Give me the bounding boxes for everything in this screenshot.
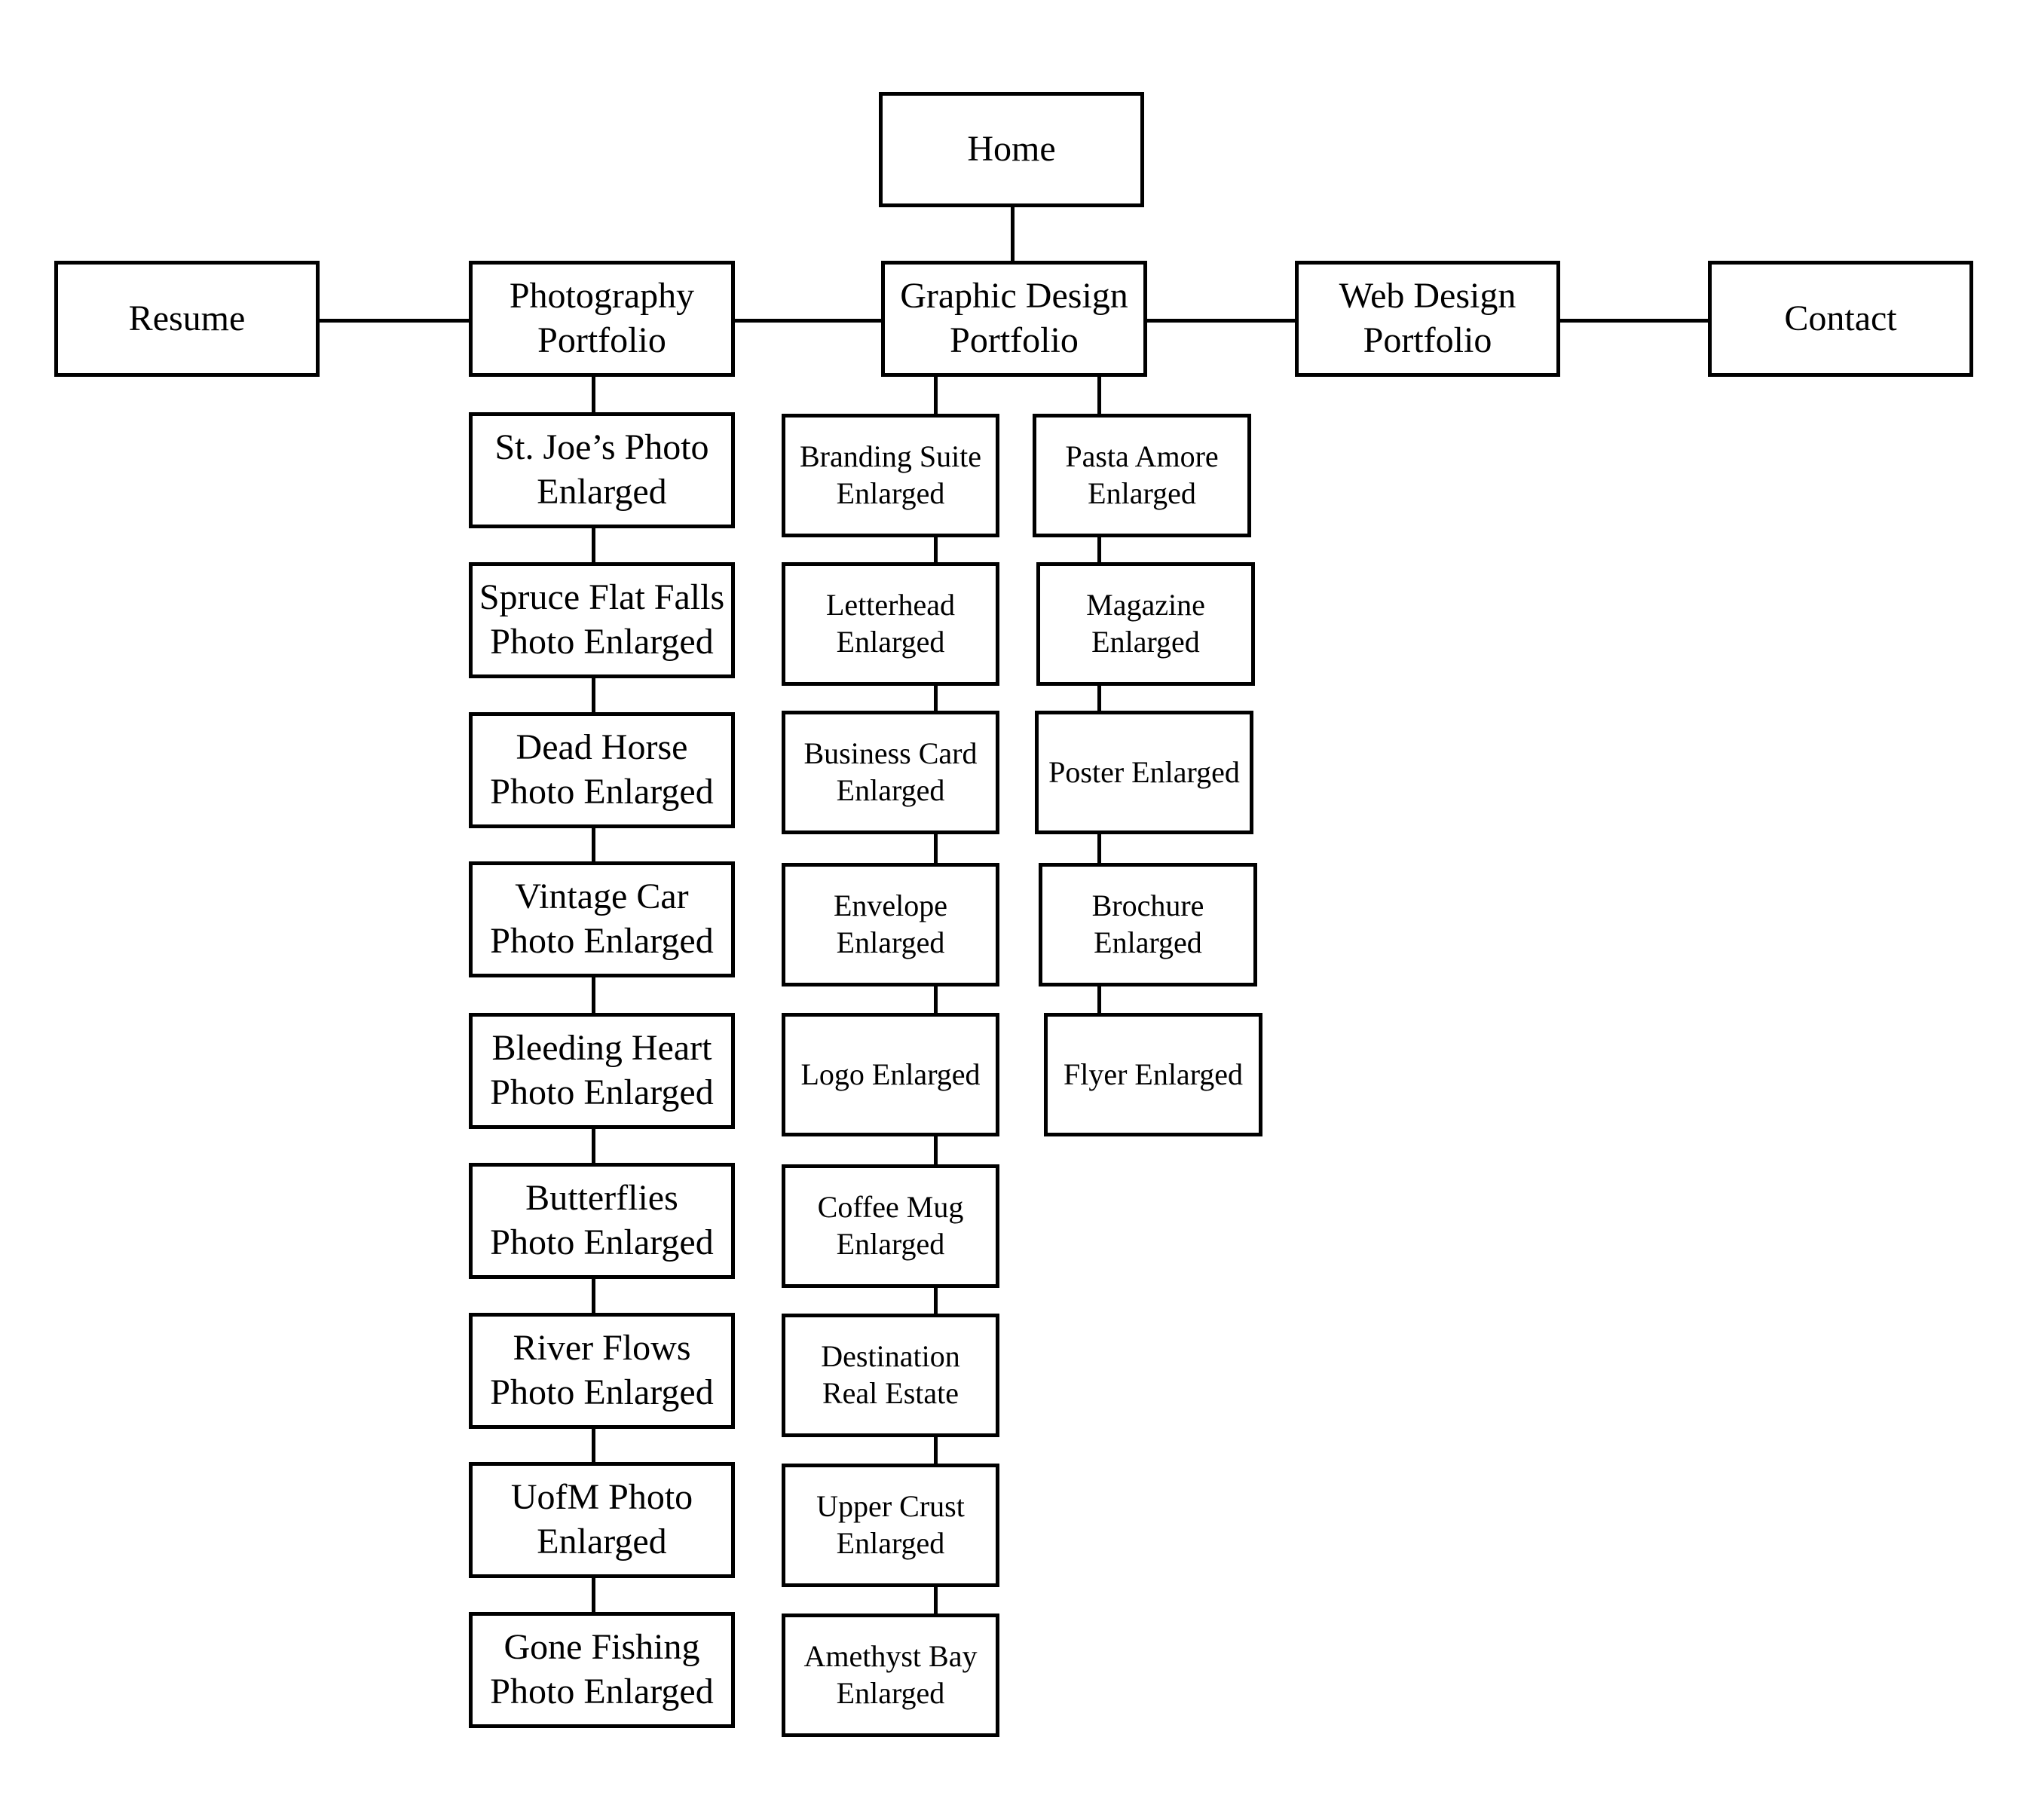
node-resume-label: Resume <box>128 298 246 338</box>
node-poster-enlarged-label: Poster Enlarged <box>1048 754 1240 789</box>
node-envelope-enlarged-label: Envelope Enlarged <box>833 889 948 959</box>
node-brochure-enlarged[interactable]: Brochure Enlarged <box>1039 863 1257 986</box>
node-bleeding-heart-photo-enlarged[interactable]: Bleeding Heart Photo Enlarged <box>469 1013 735 1129</box>
node-dead-horse-photo-enlarged-label: Dead Horse Photo Enlarged <box>490 727 714 812</box>
connector-gd-col2-1 <box>1097 536 1101 564</box>
node-branding-suite-enlarged-label: Branding Suite Enlarged <box>799 439 982 510</box>
node-uofm-photo-enlarged[interactable]: UofM Photo Enlarged <box>469 1462 735 1578</box>
connector-gd-col2-3 <box>1097 833 1101 864</box>
connector-gd-col1-2 <box>934 684 938 712</box>
connector-graphic-design-to-web-design <box>1146 319 1296 323</box>
connector-photo-col-3 <box>592 827 595 863</box>
node-business-card-enlarged-label: Business Card Enlarged <box>803 736 978 807</box>
connector-photo-col-4 <box>592 976 595 1014</box>
connector-gd-col1-4 <box>934 985 938 1014</box>
node-home[interactable]: Home <box>879 92 1144 207</box>
node-graphic-design-portfolio-label: Graphic Design Portfolio <box>900 276 1128 360</box>
node-butterflies-photo-enlarged[interactable]: Butterflies Photo Enlarged <box>469 1163 735 1279</box>
node-photography-portfolio-label: Photography Portfolio <box>509 276 695 360</box>
node-magazine-enlarged[interactable]: Magazine Enlarged <box>1036 562 1255 686</box>
node-dead-horse-photo-enlarged[interactable]: Dead Horse Photo Enlarged <box>469 712 735 828</box>
connector-photo-col-1 <box>592 527 595 564</box>
node-coffee-mug-enlarged[interactable]: Coffee Mug Enlarged <box>782 1164 999 1288</box>
connector-photo-col-6 <box>592 1277 595 1314</box>
connector-gd-col1-5 <box>934 1135 938 1166</box>
sitemap-diagram: Home Resume Photography Portfolio Graphi… <box>0 0 2026 1820</box>
node-business-card-enlarged[interactable]: Business Card Enlarged <box>782 711 999 834</box>
node-destination-real-estate-label: Destination Real Estate <box>821 1339 960 1410</box>
node-gone-fishing-photo-enlarged[interactable]: Gone Fishing Photo Enlarged <box>469 1612 735 1728</box>
node-brochure-enlarged-label: Brochure Enlarged <box>1091 889 1204 959</box>
connector-resume-to-photography <box>319 319 470 323</box>
node-photography-portfolio[interactable]: Photography Portfolio <box>469 261 735 377</box>
node-coffee-mug-enlarged-label: Coffee Mug Enlarged <box>817 1190 964 1261</box>
node-web-design-portfolio[interactable]: Web Design Portfolio <box>1295 261 1560 377</box>
connector-photo-col-7 <box>592 1427 595 1464</box>
node-home-label: Home <box>967 129 1056 170</box>
node-contact-label: Contact <box>1784 298 1897 338</box>
connector-gd-col2-2 <box>1097 684 1101 712</box>
connector-gd-col1-6 <box>934 1286 938 1315</box>
connector-photography-to-graphic-design <box>734 319 882 323</box>
node-spruce-flat-falls-photo-enlarged-label: Spruce Flat Falls Photo Enlarged <box>479 577 725 662</box>
node-contact[interactable]: Contact <box>1708 261 1973 377</box>
node-flyer-enlarged-label: Flyer Enlarged <box>1063 1057 1244 1091</box>
connector-gd-col1-7 <box>934 1436 938 1465</box>
connector-photo-col-5 <box>592 1127 595 1164</box>
node-resume[interactable]: Resume <box>54 261 320 377</box>
node-flyer-enlarged[interactable]: Flyer Enlarged <box>1044 1013 1262 1136</box>
node-branding-suite-enlarged[interactable]: Branding Suite Enlarged <box>782 414 999 537</box>
connector-gd-col1-8 <box>934 1586 938 1615</box>
connector-photo-col-8 <box>592 1577 595 1614</box>
node-upper-crust-enlarged[interactable]: Upper Crust Enlarged <box>782 1464 999 1587</box>
node-bleeding-heart-photo-enlarged-label: Bleeding Heart Photo Enlarged <box>490 1028 714 1112</box>
node-graphic-design-portfolio[interactable]: Graphic Design Portfolio <box>881 261 1147 377</box>
node-magazine-enlarged-label: Magazine Enlarged <box>1086 588 1205 659</box>
node-spruce-flat-falls-photo-enlarged[interactable]: Spruce Flat Falls Photo Enlarged <box>469 562 735 678</box>
node-destination-real-estate[interactable]: Destination Real Estate <box>782 1314 999 1437</box>
node-vintage-car-photo-enlarged-label: Vintage Car Photo Enlarged <box>490 876 714 961</box>
node-butterflies-photo-enlarged-label: Butterflies Photo Enlarged <box>490 1178 714 1262</box>
node-pasta-amore-enlarged[interactable]: Pasta Amore Enlarged <box>1033 414 1251 537</box>
connector-gd-col1-3 <box>934 833 938 864</box>
connector-gd-col1-0 <box>934 375 938 415</box>
node-letterhead-enlarged-label: Letterhead Enlarged <box>826 588 955 659</box>
connector-photo-col-2 <box>592 677 595 714</box>
connector-gd-col2-4 <box>1097 985 1101 1014</box>
node-river-flows-photo-enlarged[interactable]: River Flows Photo Enlarged <box>469 1313 735 1429</box>
node-logo-enlarged[interactable]: Logo Enlarged <box>782 1013 999 1136</box>
connector-web-design-to-contact <box>1559 319 1709 323</box>
node-st-joe-s-photo-enlarged[interactable]: St. Joe’s Photo Enlarged <box>469 412 735 528</box>
node-vintage-car-photo-enlarged[interactable]: Vintage Car Photo Enlarged <box>469 861 735 977</box>
node-web-design-portfolio-label: Web Design Portfolio <box>1339 276 1516 360</box>
node-envelope-enlarged[interactable]: Envelope Enlarged <box>782 863 999 986</box>
node-uofm-photo-enlarged-label: UofM Photo Enlarged <box>510 1477 693 1562</box>
node-letterhead-enlarged[interactable]: Letterhead Enlarged <box>782 562 999 686</box>
node-amethyst-bay-enlarged-label: Amethyst Bay Enlarged <box>803 1639 978 1710</box>
node-logo-enlarged-label: Logo Enlarged <box>800 1057 981 1091</box>
connector-home-to-graphic-design <box>1011 206 1015 262</box>
connector-photo-col-0 <box>592 375 595 414</box>
node-upper-crust-enlarged-label: Upper Crust Enlarged <box>816 1489 965 1560</box>
connector-gd-col2-0 <box>1097 375 1101 415</box>
node-gone-fishing-photo-enlarged-label: Gone Fishing Photo Enlarged <box>490 1627 714 1711</box>
node-amethyst-bay-enlarged[interactable]: Amethyst Bay Enlarged <box>782 1614 999 1737</box>
node-pasta-amore-enlarged-label: Pasta Amore Enlarged <box>1065 439 1219 510</box>
node-river-flows-photo-enlarged-label: River Flows Photo Enlarged <box>490 1328 714 1412</box>
node-poster-enlarged[interactable]: Poster Enlarged <box>1035 711 1253 834</box>
node-st-joe-s-photo-enlarged-label: St. Joe’s Photo Enlarged <box>494 427 709 512</box>
connector-gd-col1-1 <box>934 536 938 564</box>
